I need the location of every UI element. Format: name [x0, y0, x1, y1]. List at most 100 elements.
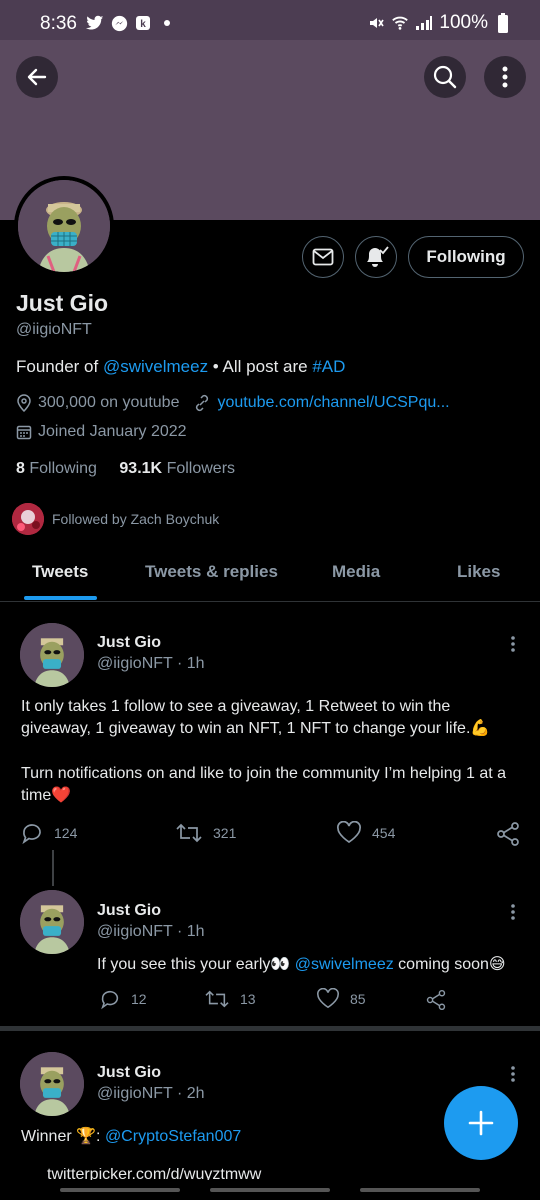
retweet-icon: [205, 990, 229, 1008]
signal-icon: [415, 14, 433, 32]
tweet-author-name[interactable]: Just Gio: [97, 634, 161, 652]
app-notification-icon: k: [134, 14, 152, 32]
tweet-avatar[interactable]: [20, 890, 84, 954]
heart-icon: [337, 821, 361, 844]
tweet-author-handle: @iigioNFT · 1h: [97, 655, 205, 672]
tweet-avatar[interactable]: [20, 1052, 84, 1116]
mail-icon: [312, 248, 334, 266]
tweet-more-button[interactable]: [503, 902, 523, 922]
retweet-button[interactable]: 13: [204, 988, 256, 1010]
heart-icon: [317, 988, 339, 1009]
nav-home-handle[interactable]: [210, 1188, 330, 1192]
more-options-button[interactable]: [484, 56, 526, 98]
nav-back-handle[interactable]: [360, 1188, 480, 1192]
svg-text:k: k: [140, 19, 146, 30]
tweet-more-button[interactable]: [503, 634, 523, 654]
reply-button[interactable]: 124: [20, 821, 77, 845]
tweet-mention-link[interactable]: @swivelmeez: [295, 956, 394, 973]
followers-count-link[interactable]: 93.1K Followers: [119, 460, 235, 477]
bio-text-sep: • All post are: [208, 357, 313, 376]
active-tab-indicator: [24, 596, 97, 600]
reply-button[interactable]: 12: [99, 988, 147, 1010]
more-vertical-icon: [511, 904, 515, 920]
tweet-text-continued: Turn notifications on and like to join t…: [21, 765, 506, 804]
link-icon: [196, 394, 209, 412]
profile-joined-row: Joined January 2022: [16, 423, 187, 441]
reply-count: 124: [54, 825, 78, 841]
back-arrow-icon: [27, 68, 47, 86]
tweet-author-name[interactable]: Just Gio: [97, 1064, 161, 1082]
profile-location: 300,000 on youtube: [38, 394, 180, 411]
tweet-link-text: twitterpicker.com/d/wuyztmww: [47, 1168, 262, 1180]
tab-likes[interactable]: Likes: [457, 562, 500, 582]
tweet-text-part: coming soon😅: [393, 956, 506, 973]
nav-recents-handle[interactable]: [60, 1188, 180, 1192]
tweet-text: It only takes 1 follow to see a giveaway…: [21, 698, 491, 737]
retweet-icon: [176, 823, 202, 843]
like-button[interactable]: 85: [316, 988, 366, 1010]
tab-tweets[interactable]: Tweets: [32, 562, 88, 582]
followers-count: 93.1K: [119, 460, 163, 477]
battery-icon: [494, 13, 512, 33]
share-button[interactable]: [425, 988, 447, 1012]
tab-tweets-replies[interactable]: Tweets & replies: [145, 562, 278, 582]
profile-website-link[interactable]: youtube.com/channel/UCSPqu...: [217, 394, 449, 412]
retweet-count: 321: [213, 825, 237, 841]
share-icon: [426, 989, 446, 1011]
tweet-mention-link[interactable]: @CryptoStefan007: [105, 1128, 241, 1145]
follow-counts: 8 Following 93.1K Followers: [16, 460, 235, 478]
following-count-link[interactable]: 8 Following: [16, 460, 97, 477]
wifi-icon: [391, 14, 409, 32]
plus-icon: [468, 1110, 494, 1136]
tweet-text-part: If you see this your early👀: [97, 956, 295, 973]
ape-avatar-image: [18, 180, 110, 272]
tweet-divider: [0, 1026, 540, 1031]
thread-connector-line: [52, 850, 54, 886]
status-time: 8:36: [40, 13, 77, 34]
followers-label: Followers: [166, 460, 236, 477]
tweet-author-handle: @iigioNFT · 1h: [97, 923, 205, 940]
mute-icon: [367, 14, 385, 32]
tab-media[interactable]: Media: [332, 562, 380, 582]
retweet-button[interactable]: 321: [175, 821, 236, 845]
followed-by-row[interactable]: Followed by Zach Boychuk: [12, 503, 219, 535]
profile-bio: Founder of @swivelmeez • All post are #A…: [16, 357, 345, 377]
tweet-link-partial[interactable]: twitterpicker.com/d/wuyztmww: [21, 1168, 321, 1180]
share-button[interactable]: [495, 821, 521, 847]
bell-check-icon: [367, 246, 389, 267]
following-label: Following: [29, 460, 97, 477]
like-count: 85: [350, 991, 366, 1007]
tweet-author-handle: @iigioNFT · 2h: [97, 1085, 205, 1102]
compose-tweet-button[interactable]: [444, 1086, 518, 1160]
search-button[interactable]: [424, 56, 466, 98]
share-icon: [497, 822, 519, 846]
tweet-avatar[interactable]: [20, 623, 84, 687]
reply-icon: [22, 824, 41, 845]
twitter-notification-icon: [86, 14, 104, 32]
like-button[interactable]: 454: [336, 821, 395, 845]
more-vertical-icon: [502, 66, 508, 88]
system-nav-bar: [0, 1184, 540, 1200]
follower-avatar: [12, 503, 44, 535]
bio-mention-link[interactable]: @swivelmeez: [103, 357, 208, 376]
following-button[interactable]: Following: [408, 236, 524, 278]
message-button[interactable]: [302, 236, 344, 278]
like-count: 454: [372, 825, 396, 841]
profile-joined-date: Joined January 2022: [38, 423, 187, 440]
location-pin-icon: [17, 394, 31, 412]
search-icon: [433, 65, 457, 89]
reply-icon: [101, 990, 119, 1010]
more-vertical-icon: [511, 636, 515, 652]
profile-name: Just Gio: [16, 290, 109, 316]
tweet-author-name[interactable]: Just Gio: [97, 902, 161, 920]
following-count: 8: [16, 460, 25, 477]
tweet-text: If you see this your early👀 @swivelmeez …: [97, 954, 506, 976]
tweet-more-button[interactable]: [503, 1064, 523, 1084]
bio-text: Founder of: [16, 357, 103, 376]
dot-icon: [158, 14, 176, 32]
messenger-notification-icon: [110, 14, 128, 32]
profile-avatar[interactable]: [14, 176, 114, 276]
bio-hashtag-link[interactable]: #AD: [312, 357, 345, 376]
back-button[interactable]: [16, 56, 58, 98]
notifications-button[interactable]: [355, 236, 397, 278]
